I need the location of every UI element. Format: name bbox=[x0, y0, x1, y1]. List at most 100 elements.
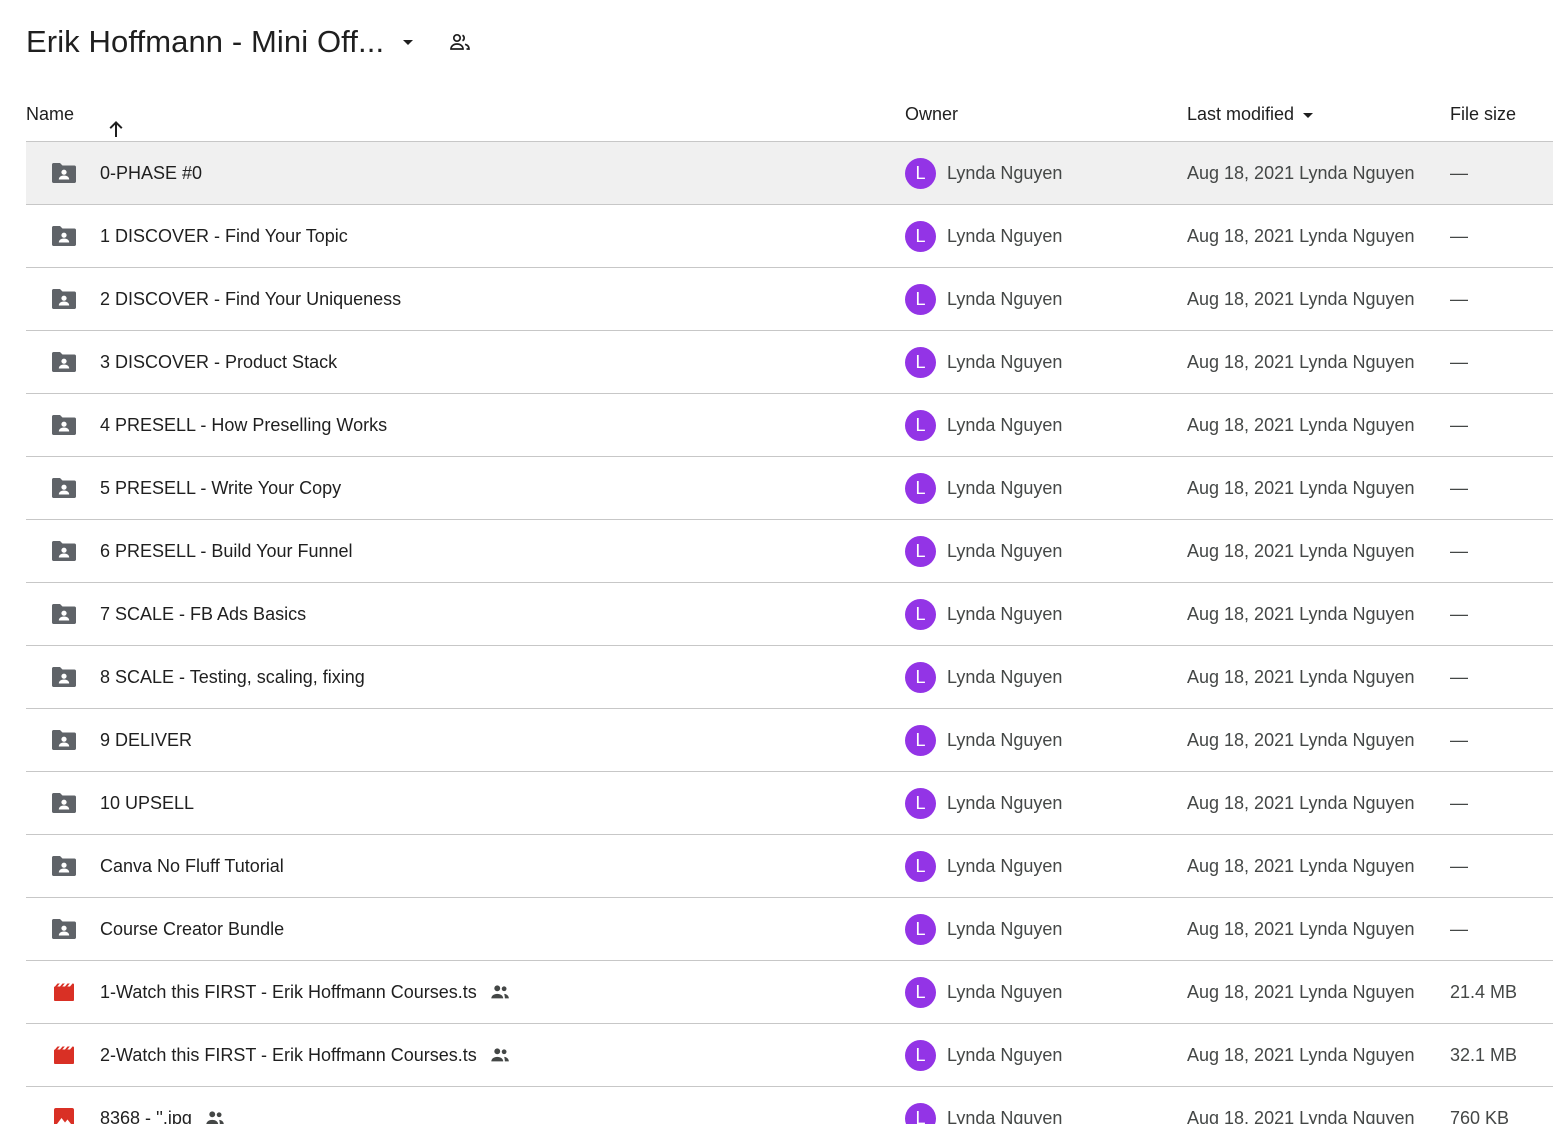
file-row[interactable]: 2-Watch this FIRST - Erik Hoffmann Cours… bbox=[26, 1024, 1553, 1087]
owner-name: Lynda Nguyen bbox=[947, 729, 1063, 750]
people-outline-icon[interactable] bbox=[444, 26, 476, 58]
owner-name: Lynda Nguyen bbox=[947, 477, 1063, 498]
folder-row[interactable]: 2 DISCOVER - Find Your Uniqueness L Lynd… bbox=[26, 268, 1553, 331]
file-size-value: — bbox=[1450, 477, 1468, 498]
file-size-value: — bbox=[1450, 162, 1468, 183]
file-size-value: — bbox=[1450, 792, 1468, 813]
last-modified-value: Aug 18, 2021 Lynda Nguyen bbox=[1187, 792, 1415, 813]
owner-name: Lynda Nguyen bbox=[947, 603, 1063, 624]
owner-name: Lynda Nguyen bbox=[947, 666, 1063, 687]
owner-cell: L Lynda Nguyen bbox=[905, 646, 1062, 708]
folder-row[interactable]: 4 PRESELL - How Preselling Works L Lynda… bbox=[26, 394, 1553, 457]
file-size-value: — bbox=[1450, 918, 1468, 939]
column-file-size-header[interactable]: File size bbox=[1450, 88, 1516, 141]
avatar: L bbox=[905, 976, 936, 1008]
file-size-value: — bbox=[1450, 351, 1468, 372]
shared-folder-icon bbox=[50, 457, 78, 519]
owner-name: Lynda Nguyen bbox=[947, 162, 1063, 183]
folder-header: Erik Hoffmann - Mini Off... bbox=[26, 18, 476, 66]
owner-cell: L Lynda Nguyen bbox=[905, 457, 1062, 519]
owner-cell: L Lynda Nguyen bbox=[905, 394, 1062, 456]
last-modified-value: Aug 18, 2021 Lynda Nguyen bbox=[1187, 162, 1415, 183]
last-modified-value: Aug 18, 2021 Lynda Nguyen bbox=[1187, 1107, 1415, 1124]
last-modified-value: Aug 18, 2021 Lynda Nguyen bbox=[1187, 414, 1415, 435]
shared-folder-icon bbox=[50, 835, 78, 897]
owner-cell: L Lynda Nguyen bbox=[905, 1024, 1062, 1086]
last-modified-value: Aug 18, 2021 Lynda Nguyen bbox=[1187, 351, 1415, 372]
folder-row[interactable]: 6 PRESELL - Build Your Funnel L Lynda Ng… bbox=[26, 520, 1553, 583]
owner-name: Lynda Nguyen bbox=[947, 351, 1063, 372]
owner-cell: L Lynda Nguyen bbox=[905, 583, 1062, 645]
file-row[interactable]: 1-Watch this FIRST - Erik Hoffmann Cours… bbox=[26, 961, 1553, 1024]
shared-folder-icon bbox=[50, 520, 78, 582]
owner-cell: L Lynda Nguyen bbox=[905, 142, 1062, 204]
owner-cell: L Lynda Nguyen bbox=[905, 772, 1062, 834]
folder-row[interactable]: 9 DELIVER L Lynda Nguyen Aug 18, 2021 Ly… bbox=[26, 709, 1553, 772]
owner-name: Lynda Nguyen bbox=[947, 918, 1063, 939]
last-modified-value: Aug 18, 2021 Lynda Nguyen bbox=[1187, 981, 1415, 1002]
last-modified-value: Aug 18, 2021 Lynda Nguyen bbox=[1187, 477, 1415, 498]
avatar: L bbox=[905, 913, 936, 945]
file-name: 4 PRESELL - How Preselling Works bbox=[100, 414, 388, 435]
folder-row[interactable]: Course Creator Bundle L Lynda Nguyen Aug… bbox=[26, 898, 1553, 961]
shared-folder-icon bbox=[50, 583, 78, 645]
shared-people-icon bbox=[489, 1044, 511, 1066]
file-list: 0-PHASE #0 L Lynda Nguyen Aug 18, 2021 L… bbox=[26, 142, 1553, 1124]
folder-row[interactable]: 8 SCALE - Testing, scaling, fixing L Lyn… bbox=[26, 646, 1553, 709]
owner-name: Lynda Nguyen bbox=[947, 1107, 1063, 1124]
last-modified-value: Aug 18, 2021 Lynda Nguyen bbox=[1187, 666, 1415, 687]
file-name: 3 DISCOVER - Product Stack bbox=[100, 351, 338, 372]
arrow-drop-down-icon[interactable] bbox=[392, 26, 424, 58]
owner-cell: L Lynda Nguyen bbox=[905, 835, 1062, 897]
folder-row[interactable]: 1 DISCOVER - Find Your Topic L Lynda Ngu… bbox=[26, 205, 1553, 268]
file-name: 0-PHASE #0 bbox=[100, 162, 203, 183]
column-owner-header[interactable]: Owner bbox=[905, 88, 958, 141]
owner-name: Lynda Nguyen bbox=[947, 792, 1063, 813]
column-last-modified-header[interactable]: Last modified bbox=[1187, 88, 1320, 141]
last-modified-value: Aug 18, 2021 Lynda Nguyen bbox=[1187, 540, 1415, 561]
owner-cell: L Lynda Nguyen bbox=[905, 1087, 1062, 1124]
folder-row[interactable]: 10 UPSELL L Lynda Nguyen Aug 18, 2021 Ly… bbox=[26, 772, 1553, 835]
owner-name: Lynda Nguyen bbox=[947, 855, 1063, 876]
file-name: 7 SCALE - FB Ads Basics bbox=[100, 603, 307, 624]
folder-row[interactable]: Canva No Fluff Tutorial L Lynda Nguyen A… bbox=[26, 835, 1553, 898]
avatar: L bbox=[905, 157, 936, 189]
shared-people-icon bbox=[204, 1107, 226, 1124]
owner-name: Lynda Nguyen bbox=[947, 981, 1063, 1002]
file-size-value: — bbox=[1450, 603, 1468, 624]
last-modified-value: Aug 18, 2021 Lynda Nguyen bbox=[1187, 1044, 1415, 1065]
owner-cell: L Lynda Nguyen bbox=[905, 205, 1062, 267]
column-header-row: Name Owner Last modified File size bbox=[26, 88, 1553, 142]
folder-title[interactable]: Erik Hoffmann - Mini Off... bbox=[26, 24, 384, 60]
shared-folder-icon bbox=[50, 898, 78, 960]
owner-name: Lynda Nguyen bbox=[947, 540, 1063, 561]
shared-folder-icon bbox=[50, 709, 78, 771]
file-size-value: — bbox=[1450, 729, 1468, 750]
arrow-drop-down-icon bbox=[1296, 103, 1320, 127]
owner-cell: L Lynda Nguyen bbox=[905, 709, 1062, 771]
owner-cell: L Lynda Nguyen bbox=[905, 268, 1062, 330]
avatar: L bbox=[905, 472, 936, 504]
file-name: 6 PRESELL - Build Your Funnel bbox=[100, 540, 353, 561]
shared-people-icon bbox=[489, 981, 511, 1003]
file-size-value: — bbox=[1450, 540, 1468, 561]
avatar: L bbox=[905, 1039, 936, 1071]
file-name: 10 UPSELL bbox=[100, 792, 195, 813]
folder-row[interactable]: 3 DISCOVER - Product Stack L Lynda Nguye… bbox=[26, 331, 1553, 394]
file-size-value: — bbox=[1450, 414, 1468, 435]
folder-row[interactable]: 5 PRESELL - Write Your Copy L Lynda Nguy… bbox=[26, 457, 1553, 520]
owner-cell: L Lynda Nguyen bbox=[905, 520, 1062, 582]
avatar: L bbox=[905, 346, 936, 378]
folder-row[interactable]: 0-PHASE #0 L Lynda Nguyen Aug 18, 2021 L… bbox=[26, 142, 1553, 205]
avatar: L bbox=[905, 598, 936, 630]
folder-row[interactable]: 7 SCALE - FB Ads Basics L Lynda Nguyen A… bbox=[26, 583, 1553, 646]
file-name: 2 DISCOVER - Find Your Uniqueness bbox=[100, 288, 402, 309]
file-name: 1-Watch this FIRST - Erik Hoffmann Cours… bbox=[100, 981, 477, 1002]
avatar: L bbox=[905, 283, 936, 315]
image-file-icon bbox=[50, 1087, 78, 1124]
avatar: L bbox=[905, 661, 936, 693]
column-name-header[interactable]: Name bbox=[26, 88, 74, 141]
file-row[interactable]: 8368 - ''.jpg L Lynda Nguyen Aug 18, 202… bbox=[26, 1087, 1553, 1124]
shared-folder-icon bbox=[50, 646, 78, 708]
avatar: L bbox=[905, 535, 936, 567]
